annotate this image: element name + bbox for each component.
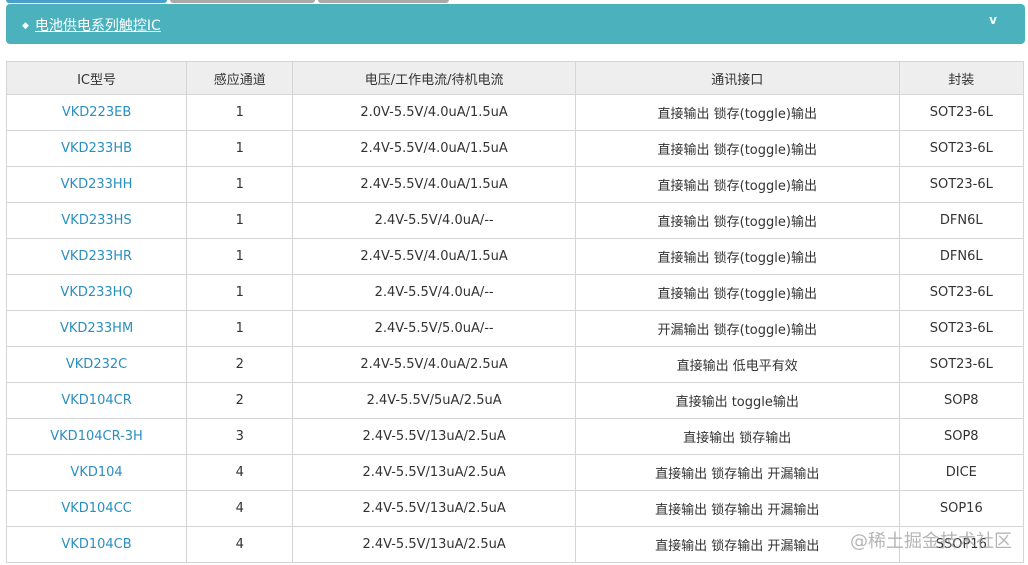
table-cell: 2.0V-5.5V/4.0uA/1.5uA (292, 94, 576, 131)
table-row: VKD104CC 4 2.4V-5.5V/13uA/2.5uA 直接输出 锁存输出 开… (5, 490, 1025, 527)
table-cell: 直接输出 锁存(toggle)输出 (574, 274, 900, 311)
table-row: VKD233HS 1 2.4V-5.5V/4.0uA/-- 直接输出 锁存(toggl… (5, 202, 1025, 239)
table-cell: 2.4V-5.5V/4.0uA/1.5uA (292, 238, 576, 275)
table-cell: 2.4V-5.5V/4.0uA/2.5uA (292, 346, 576, 383)
table-row: VKD223EB 1 2.0V-5.5V/4.0uA/1.5uA 直接输出 锁存(to… (5, 94, 1025, 131)
table-cell: 2.4V-5.5V/4.0uA/-- (292, 274, 576, 311)
column-header: 感应通道 (186, 61, 294, 95)
section-header[interactable]: ◆ 电池供电系列触控IC v (6, 4, 1025, 44)
ic-table: IC型号 感应通道 电压/工作电流/待机电流 通讯接口 封装 VKD223EB 1 2.0V… (5, 61, 1025, 563)
table-cell: DFN6L (898, 238, 1025, 275)
table-cell: 1 (186, 274, 294, 311)
table-cell: DICE (898, 454, 1025, 491)
table-row: VKD233HB 1 2.4V-5.5V/4.0uA/1.5uA 直接输出 锁存(to… (5, 130, 1025, 167)
column-header: 封装 (898, 61, 1025, 95)
table-cell: 1 (186, 202, 294, 239)
table-cell: SOT23-6L (898, 130, 1025, 167)
table-cell: 直接输出 锁存输出 (574, 418, 900, 455)
table-cell: 直接输出 锁存(toggle)输出 (574, 238, 900, 275)
table-cell: 1 (186, 166, 294, 203)
table-row: VKD233HR 1 2.4V-5.5V/4.0uA/1.5uA 直接输出 锁存(to… (5, 238, 1025, 275)
table-row: VKD233HH 1 2.4V-5.5V/4.0uA/1.5uA 直接输出 锁存(to… (5, 166, 1025, 203)
model-link[interactable]: VKD233HH (5, 166, 188, 203)
table-row: VKD104CR 2 2.4V-5.5V/5uA/2.5uA 直接输出 toggle输… (5, 382, 1025, 419)
table-cell: DFN6L (898, 202, 1025, 239)
model-link[interactable]: VKD233HR (5, 238, 188, 275)
table-cell: 1 (186, 310, 294, 347)
watermark: @稀土掘金技术社区 (850, 531, 1012, 552)
model-link[interactable]: VKD232C (5, 346, 188, 383)
table-cell: 2.4V-5.5V/4.0uA/1.5uA (292, 130, 576, 167)
table-cell: 直接输出 锁存(toggle)输出 (574, 130, 900, 167)
model-link[interactable]: VKD223EB (5, 94, 188, 131)
table-cell: 2.4V-5.5V/5uA/2.5uA (292, 382, 576, 419)
table-cell: 3 (186, 418, 294, 455)
table-row: VKD104CR-3H 3 2.4V-5.5V/13uA/2.5uA 直接输出 锁存输… (5, 418, 1025, 455)
table-cell: 直接输出 锁存(toggle)输出 (574, 166, 900, 203)
table-cell: 直接输出 锁存输出 开漏输出 (574, 490, 900, 527)
table-row: VKD233HM 1 2.4V-5.5V/5.0uA/-- 开漏输出 锁存(toggl… (5, 310, 1025, 347)
table-cell: 直接输出 锁存(toggle)输出 (574, 94, 900, 131)
table-cell: SOT23-6L (898, 346, 1025, 383)
table-cell: 4 (186, 454, 294, 491)
table-cell: SOT23-6L (898, 166, 1025, 203)
section-title-link[interactable]: 电池供电系列触控IC (35, 18, 161, 34)
table-row: VKD232C 2 2.4V-5.5V/4.0uA/2.5uA 直接输出 低电平有效 S… (5, 346, 1025, 383)
table-cell: 2.4V-5.5V/5.0uA/-- (292, 310, 576, 347)
table-cell: SOT23-6L (898, 274, 1025, 311)
bullet-icon: ◆ (22, 21, 29, 31)
model-link[interactable]: VKD233HQ (5, 274, 188, 311)
chevron-down-icon[interactable]: v (989, 13, 997, 27)
column-header: IC型号 (5, 61, 188, 95)
table-cell: 4 (186, 526, 294, 563)
model-link[interactable]: VKD104 (5, 454, 188, 491)
table-cell: 直接输出 锁存输出 开漏输出 (574, 454, 900, 491)
table-cell: 1 (186, 94, 294, 131)
table-cell: 1 (186, 130, 294, 167)
table-cell: 2 (186, 346, 294, 383)
table-cell: 1 (186, 238, 294, 275)
table-cell: 2.4V-5.5V/4.0uA/-- (292, 202, 576, 239)
tab-1[interactable] (6, 0, 167, 3)
table-cell: 直接输出 toggle输出 (574, 382, 900, 419)
tab-3[interactable] (318, 0, 449, 3)
table-cell: SOP8 (898, 418, 1025, 455)
table-cell: 2.4V-5.5V/4.0uA/1.5uA (292, 166, 576, 203)
table-cell: 2.4V-5.5V/13uA/2.5uA (292, 418, 576, 455)
model-link[interactable]: VKD104CR-3H (5, 418, 188, 455)
table-cell: SOP16 (898, 490, 1025, 527)
table-cell: 2 (186, 382, 294, 419)
model-link[interactable]: VKD104CR (5, 382, 188, 419)
table-cell: SOT23-6L (898, 94, 1025, 131)
column-header: 电压/工作电流/待机电流 (292, 61, 576, 95)
table-row: VKD233HQ 1 2.4V-5.5V/4.0uA/-- 直接输出 锁存(toggl… (5, 274, 1025, 311)
table-cell: 2.4V-5.5V/13uA/2.5uA (292, 526, 576, 563)
table-cell: 2.4V-5.5V/13uA/2.5uA (292, 490, 576, 527)
table-cell: 直接输出 低电平有效 (574, 346, 900, 383)
column-header: 通讯接口 (574, 61, 900, 95)
model-link[interactable]: VKD233HM (5, 310, 188, 347)
table-cell: 2.4V-5.5V/13uA/2.5uA (292, 454, 576, 491)
model-link[interactable]: VKD233HS (5, 202, 188, 239)
table-cell: SOP8 (898, 382, 1025, 419)
model-link[interactable]: VKD104CC (5, 490, 188, 527)
table-cell: 4 (186, 490, 294, 527)
model-link[interactable]: VKD104CB (5, 526, 188, 563)
table-cell: 直接输出 锁存(toggle)输出 (574, 202, 900, 239)
table-cell: 开漏输出 锁存(toggle)输出 (574, 310, 900, 347)
table-row: VKD104 4 2.4V-5.5V/13uA/2.5uA 直接输出 锁存输出 开漏输… (5, 454, 1025, 491)
model-link[interactable]: VKD233HB (5, 130, 188, 167)
table-cell: SOT23-6L (898, 310, 1025, 347)
tab-2[interactable] (170, 0, 315, 3)
